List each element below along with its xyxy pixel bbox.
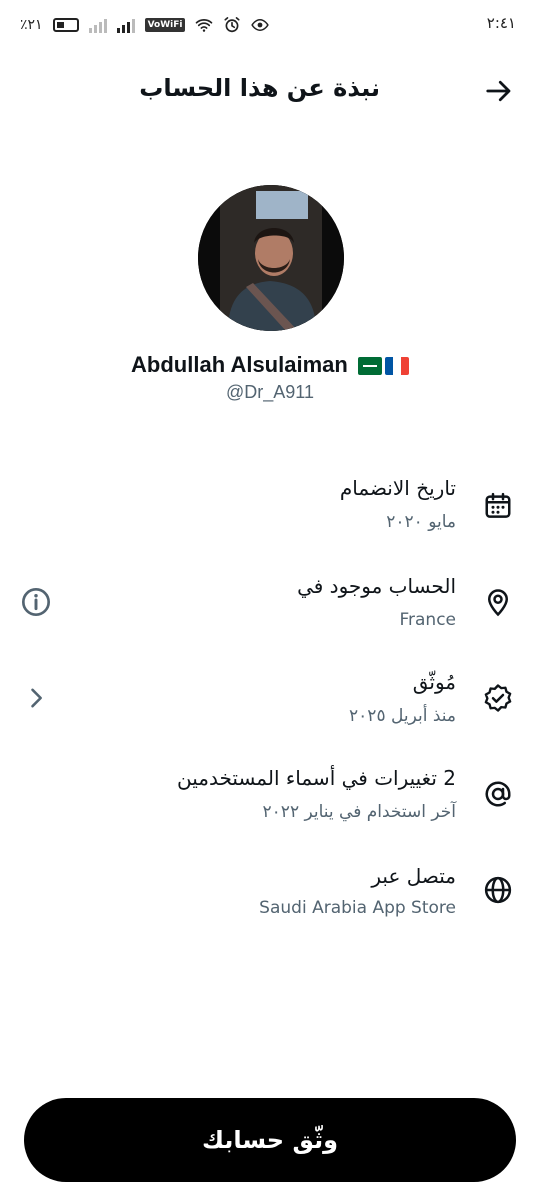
info-button[interactable] <box>18 584 54 620</box>
row-title: 2 تغييرات في أسماء المستخدمين <box>177 766 456 790</box>
row-subtitle: آخر استخدام في يناير ٢٠٢٢ <box>262 802 456 822</box>
battery-percent: ٪٢١ <box>20 17 43 33</box>
calendar-icon <box>482 490 514 522</box>
row-subtitle: منذ أبريل ٢٠٢٥ <box>349 706 456 726</box>
globe-icon <box>482 874 514 906</box>
wifi-icon <box>196 19 213 32</box>
alarm-icon <box>224 17 241 33</box>
france-flag-icon <box>384 357 409 376</box>
display-name: Abdullah Alsulaiman <box>0 352 540 378</box>
verified-badge-icon <box>482 682 514 714</box>
info-icon <box>22 588 50 616</box>
verify-account-button[interactable]: وثّق حسابك <box>24 1098 516 1182</box>
avatar[interactable] <box>198 185 344 331</box>
display-name-text: Abdullah Alsulaiman <box>131 352 348 377</box>
row-verified[interactable]: مُوثّق منذ أبريل ٢٠٢٥ <box>0 664 540 734</box>
battery-icon <box>52 18 79 32</box>
top-bar: نبذة عن هذا الحساب <box>0 60 540 120</box>
row-title: مُوثّق <box>412 670 456 694</box>
page-title: نبذة عن هذا الحساب <box>139 74 380 102</box>
row-subtitle: مايو ٢٠٢٠ <box>386 512 456 532</box>
location-pin-icon <box>482 586 514 618</box>
status-bar: ٪٢١ VoWiFi ٢:٤١ <box>0 0 540 52</box>
row-title: متصل عبر <box>371 864 456 888</box>
at-sign-icon <box>482 778 514 810</box>
status-icons: ٪٢١ VoWiFi <box>20 14 270 36</box>
chevron-right-icon <box>31 688 42 708</box>
row-username-changes: 2 تغييرات في أسماء المستخدمين آخر استخدا… <box>0 760 540 830</box>
signal-strength-icon <box>88 17 107 33</box>
expand-button[interactable] <box>18 680 54 716</box>
row-date-joined: تاريخ الانضمام مايو ٢٠٢٠ <box>0 470 540 540</box>
signal-strength-icon-2 <box>116 17 135 33</box>
saudi-arabia-flag-icon <box>357 357 382 376</box>
arrow-right-icon <box>486 80 511 102</box>
row-title: تاريخ الانضمام <box>339 476 456 500</box>
row-title: الحساب موجود في <box>297 574 456 598</box>
profile-photo <box>198 185 344 331</box>
row-subtitle: France <box>399 610 456 630</box>
flags <box>357 357 409 376</box>
back-button[interactable] <box>482 74 516 108</box>
clock: ٢:٤١ <box>486 14 516 32</box>
vowifi-badge: VoWiFi <box>144 18 186 32</box>
row-account-location: الحساب موجود في France <box>0 568 540 638</box>
eye-icon <box>251 18 270 32</box>
user-handle: @Dr_A911 <box>226 382 314 402</box>
row-subtitle: Saudi Arabia App Store <box>259 898 456 918</box>
row-connected-via: متصل عبر Saudi Arabia App Store <box>0 858 540 928</box>
